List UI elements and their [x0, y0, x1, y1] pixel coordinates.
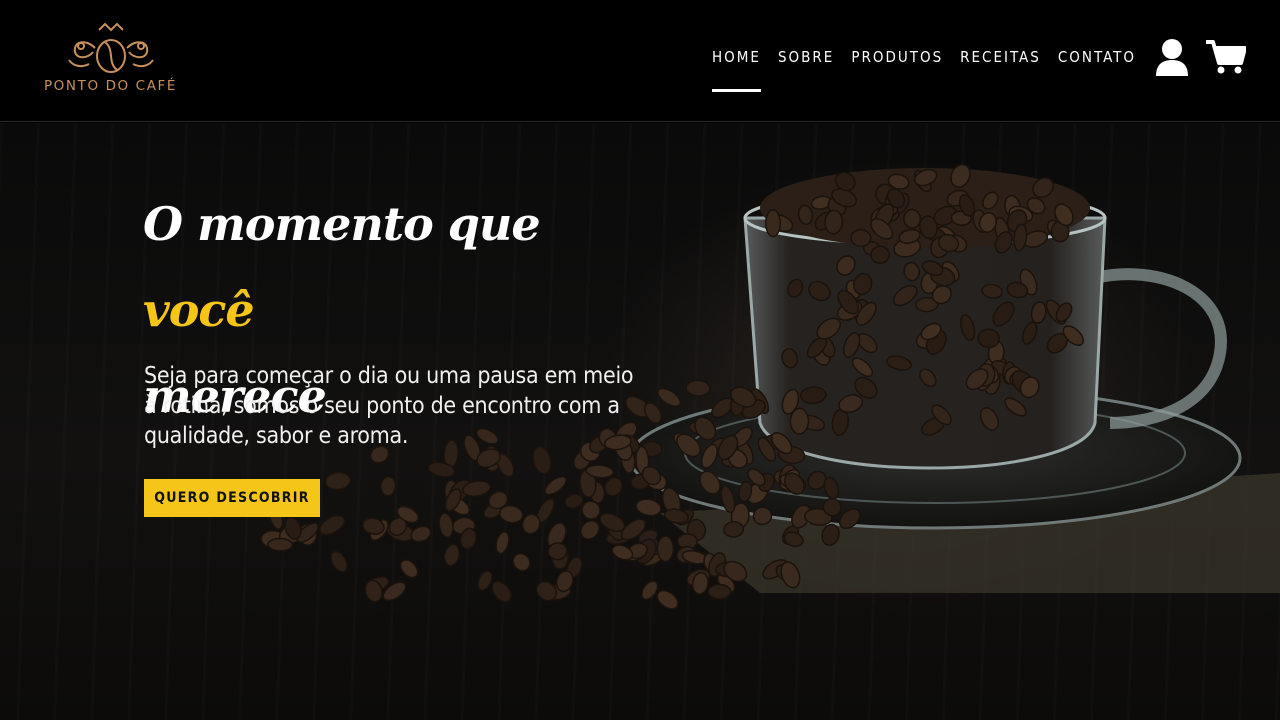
- nav-item-produtos[interactable]: PRODUTOS: [851, 48, 943, 74]
- user-icon[interactable]: [1155, 38, 1189, 76]
- coffee-bean: [491, 580, 512, 603]
- coffee-bean: [685, 379, 711, 397]
- nav-item-receitas[interactable]: RECEITAS: [960, 48, 1041, 74]
- coffee-bean: [380, 475, 397, 497]
- coffee-bean: [580, 520, 600, 540]
- nav-item-sobre[interactable]: SOBRE: [778, 48, 834, 74]
- headline-part1: O momento que: [143, 197, 541, 251]
- cart-icon[interactable]: [1206, 39, 1246, 75]
- coffee-bean: [324, 471, 352, 491]
- coffee-bean: [656, 589, 679, 610]
- coffee-bean: [330, 550, 348, 573]
- coffee-bean: [438, 512, 454, 539]
- coffee-bean-crest-icon: [67, 22, 154, 73]
- coffee-bean: [495, 531, 510, 555]
- coffee-bean: [544, 475, 568, 496]
- coffee-bean: [977, 328, 1000, 349]
- hero-section: O momento que você merece Seja para come…: [0, 123, 1280, 720]
- coffee-bean: [410, 525, 432, 543]
- coffee-bean: [564, 493, 584, 509]
- brand-name: PONTO DO CAFÉ: [43, 78, 178, 94]
- hero-subtext: Seja para começar o dia ou uma pausa em …: [144, 363, 634, 449]
- coffee-bean: [399, 559, 419, 579]
- main-nav: HOME SOBRE PRODUTOS RECEITAS CONTATO: [712, 48, 1136, 92]
- coffee-bean: [850, 228, 872, 248]
- coffee-bean: [267, 537, 294, 552]
- coffee-bean: [707, 583, 732, 600]
- coffee-bean: [870, 245, 891, 264]
- coffee-bean: [789, 407, 810, 435]
- nav-item-home[interactable]: HOME: [712, 48, 761, 92]
- brand-logo[interactable]: PONTO DO CAFÉ: [28, 22, 193, 102]
- coffee-bean: [318, 514, 346, 536]
- coffee-bean: [635, 498, 662, 517]
- coffee-bean: [512, 552, 531, 572]
- coffee-bean: [443, 543, 461, 567]
- quero-descobrir-button[interactable]: QUERO DESCOBRIR: [144, 479, 320, 517]
- coffee-bean: [765, 209, 781, 238]
- nav-item-contato[interactable]: CONTATO: [1058, 48, 1136, 74]
- headline-highlight: você: [143, 283, 255, 337]
- coffee-bean: [656, 535, 675, 563]
- site-header: PONTO DO CAFÉ HOME SOBRE PRODUTOS RECEIT…: [0, 0, 1280, 122]
- coffee-bean: [547, 542, 568, 561]
